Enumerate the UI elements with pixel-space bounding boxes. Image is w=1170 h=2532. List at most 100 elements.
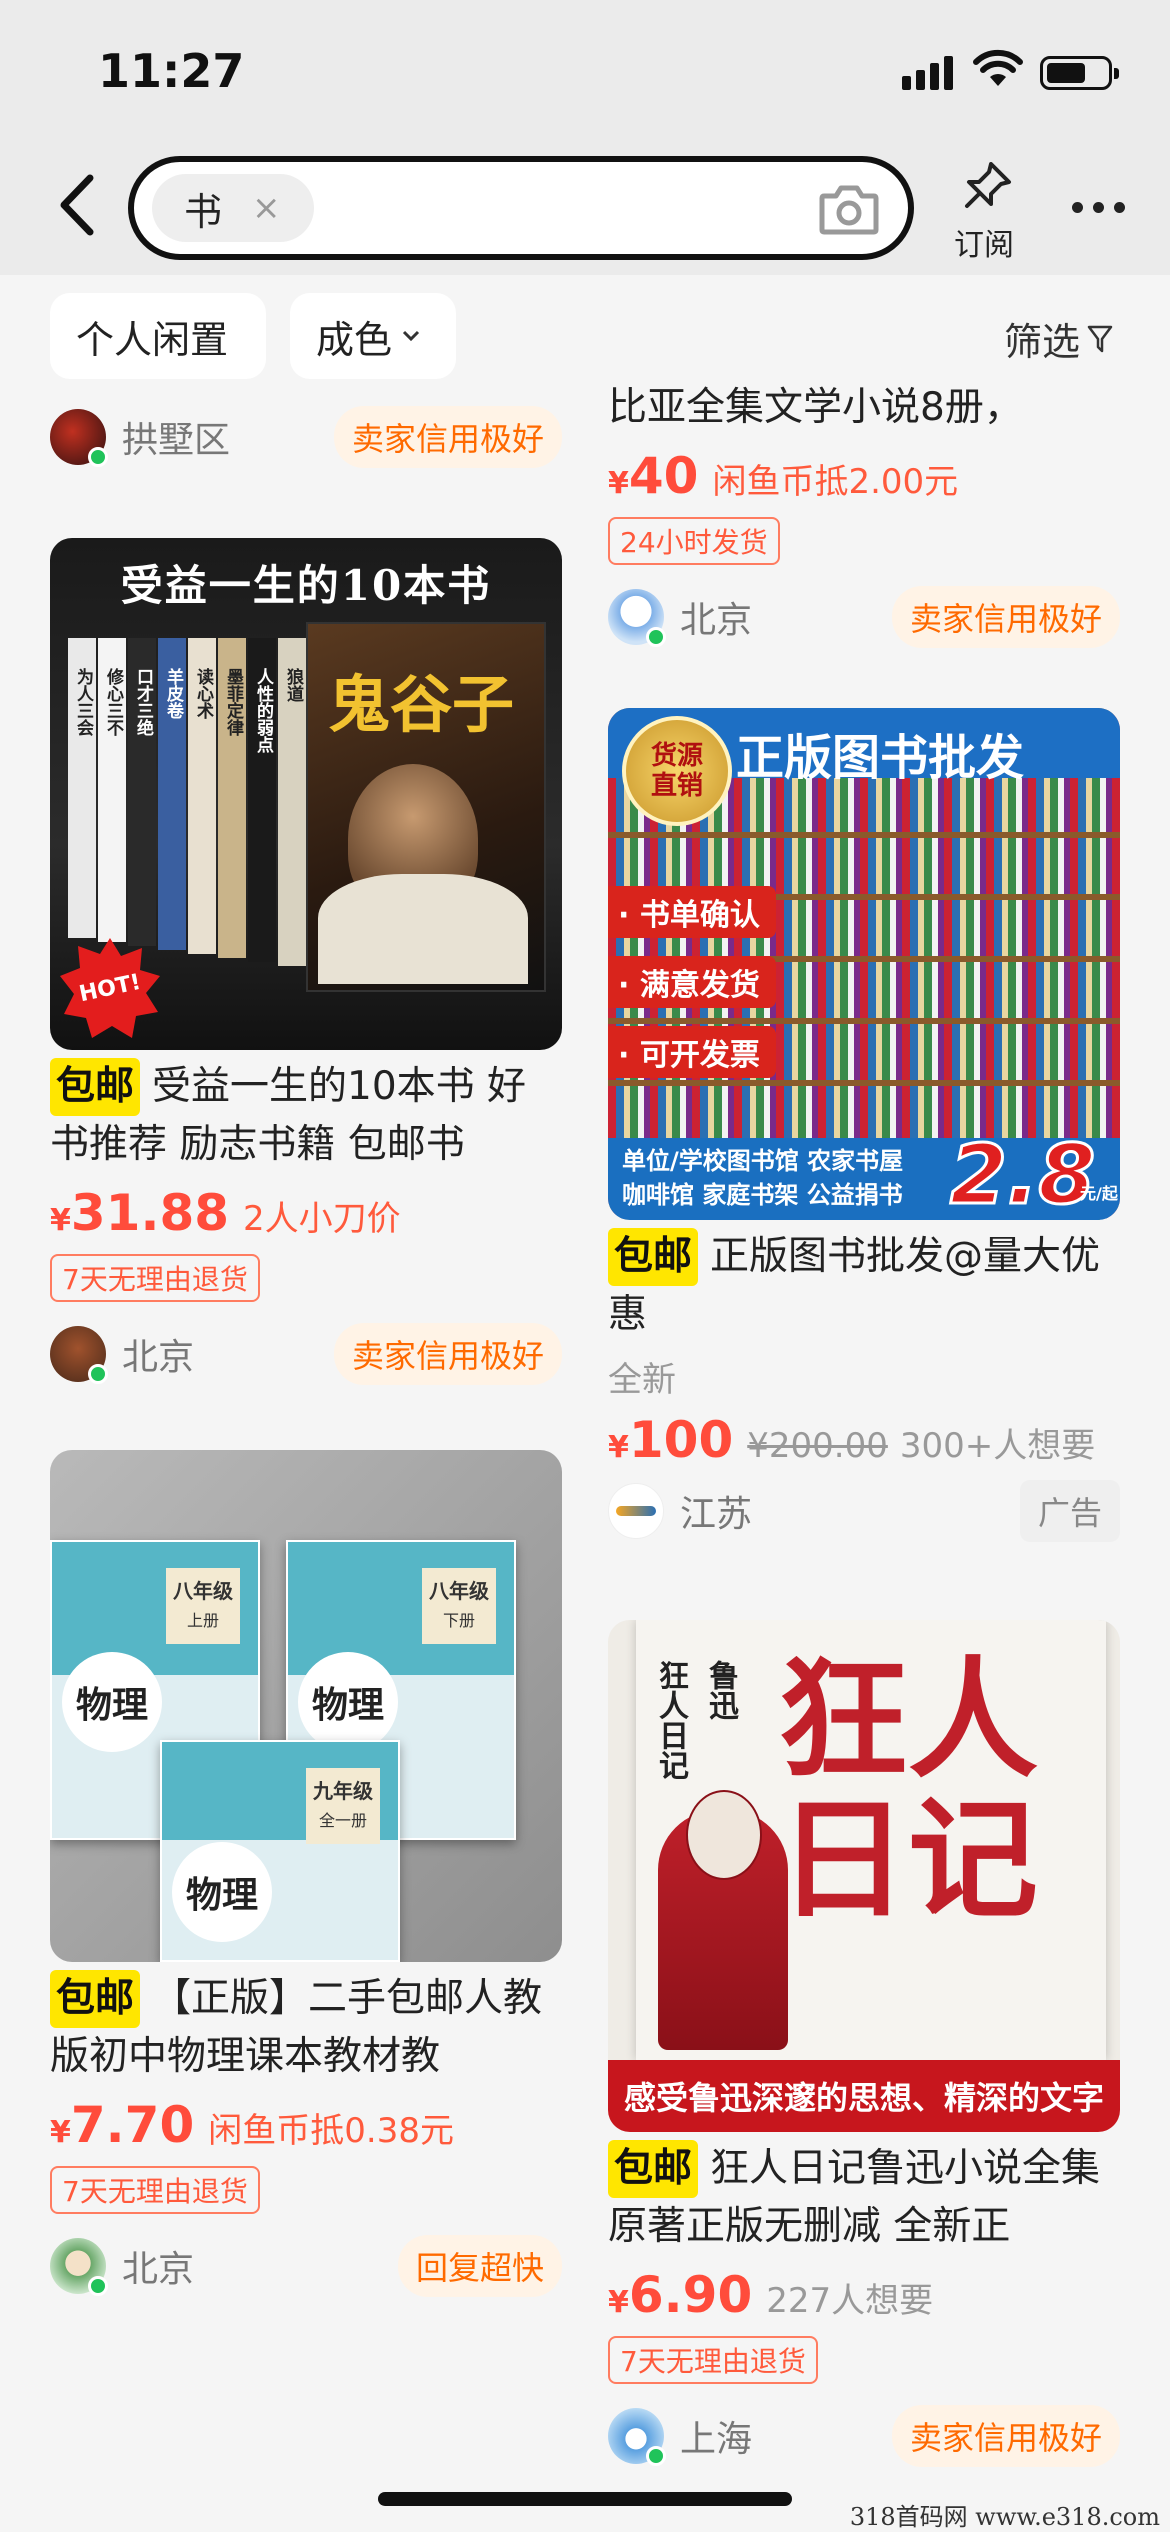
image-bullet: · 可开发票 (608, 1026, 776, 1078)
image-banner-text: 感受鲁迅深邃的思想、精深的文字 (623, 2079, 1104, 2117)
product-title: 包邮 正版图书批发@量大优惠 (608, 1228, 1120, 1344)
search-keyword-chip[interactable]: 书 × (152, 174, 314, 242)
seller-row: 北京 回复超快 (50, 2234, 562, 2298)
service-pill: 24小时发货 (608, 517, 780, 565)
app-root: 11:27 书 × 订阅 个人闲置 成色 筛选 拱墅区 卖家信用极好 比亚全集文… (0, 0, 1170, 2532)
price-row: ¥ 31.88 2人小刀价 (50, 1184, 562, 1242)
subscribe-button[interactable]: 订阅 (952, 160, 1022, 264)
seller-row: 北京 卖家信用极好 (608, 585, 1120, 649)
pin-icon (965, 162, 1011, 208)
book-spines: 为人三会 修心三不 口才三绝 羊皮卷 读心术 墨菲定律 人性的弱点 狼道 (68, 638, 306, 968)
coin-discount: 闲鱼币抵2.00元 (712, 462, 959, 502)
yen-symbol: ¥ (608, 466, 629, 501)
service-pill: 7天无理由退货 (50, 2166, 260, 2214)
seal-text: 货源直销 (650, 741, 703, 801)
ad-badge: 广告 (1019, 1480, 1120, 1542)
free-shipping-tag: 包邮 (608, 2140, 699, 2198)
image-banner: 感受鲁迅深邃的思想、精深的文字 (608, 2060, 1120, 2132)
image-big-title-1: 狂人 (778, 1643, 1039, 1796)
product-title: 包邮 狂人日记鲁迅小说全集原著正版无删减 全新正 (608, 2140, 1120, 2256)
search-keyword: 书 (184, 189, 223, 234)
product-condition: 全新 (608, 1360, 676, 1400)
product-price: 31.88 (70, 1184, 230, 1242)
wifi-icon (973, 49, 1023, 86)
filter-personal-idle[interactable]: 个人闲置 (50, 293, 266, 379)
subscribe-label: 订阅 (954, 228, 1014, 263)
back-icon[interactable] (50, 170, 110, 240)
image-bottom-line2: 咖啡馆 家庭书架 公益捐书 (622, 1181, 903, 1209)
product-title: 包邮 受益一生的10本书 好书推荐 励志书籍 包邮书 (50, 1058, 562, 1174)
image-small-title: 狂人日记 (653, 1660, 688, 1780)
image-price-unit: 元/起 (1080, 1184, 1118, 1203)
product-title: 包邮 【正版】二手包邮人教版初中物理课本教材教 (50, 1970, 562, 2086)
seal-badge: 货源直销 (622, 716, 732, 826)
textbook-subject: 物理 (62, 1652, 162, 1752)
seller-row: 江苏 广告 (608, 1479, 1120, 1543)
seller-location: 北京 (122, 1337, 195, 1378)
image-price: 2.8 (948, 1127, 1096, 1221)
product-price: 6.90 (628, 2266, 753, 2324)
product-card-physics[interactable]: 八年级 上册 物理 八年级 下册 物理 九年级 全一册 物理 包邮 【正版】二手包邮人教版初中物理… (50, 1450, 562, 2298)
status-bar: 11:27 (0, 0, 1170, 140)
seller-credit-badge: 卖家信用极好 (333, 1323, 562, 1385)
avatar (608, 1483, 664, 1539)
product-title: 比亚全集文学小说8册， (608, 385, 1023, 430)
image-bullet: · 满意发货 (608, 956, 776, 1008)
chevron-down-icon (402, 330, 420, 342)
product-price: 100 (628, 1411, 734, 1469)
product-card-diary[interactable]: 鲁迅 狂人日记 狂人 日记 感受鲁迅深邃的思想、精深的文字 包邮 狂人日记鲁迅小说… (608, 1620, 1120, 2468)
home-indicator[interactable] (378, 2492, 792, 2506)
seller-reply-badge: 回复超快 (397, 2235, 562, 2297)
bargain-info: 2人小刀价 (243, 1199, 401, 1239)
battery-icon (1040, 56, 1119, 90)
watermark: 318首码网 www.e318.com (849, 2503, 1160, 2531)
avatar (50, 409, 108, 467)
service-pill: 7天无理由退货 (608, 2336, 818, 2384)
service-pill: 7天无理由退货 (50, 1254, 260, 1302)
product-feed: 拱墅区 卖家信用极好 比亚全集文学小说8册， ¥ 40 闲鱼币抵2.00元 24… (0, 385, 1170, 2532)
seller-row: 北京 卖家信用极好 (50, 1322, 562, 1386)
seller-location: 拱墅区 (122, 420, 231, 461)
product-card-partial-right[interactable]: 比亚全集文学小说8册， ¥ 40 闲鱼币抵2.00元 24小时发货 北京 卖家信… (608, 385, 1120, 649)
seller-credit-badge: 卖家信用极好 (333, 406, 562, 468)
price-row: ¥ 100 ¥200.00 300+人想要 (608, 1411, 1120, 1469)
camera-icon[interactable] (818, 180, 880, 238)
funnel-icon (1087, 325, 1113, 352)
product-card-wholesale[interactable]: 正版图书批发 货源直销 · 书单确认 · 满意发货 · 可开发票 单位/学校图书馆 … (608, 708, 1120, 1543)
book-spine: 狼道 (278, 638, 306, 966)
seller-credit-badge: 卖家信用极好 (891, 2405, 1120, 2467)
status-time: 11:27 (98, 44, 245, 98)
clear-keyword-icon[interactable]: × (252, 188, 281, 228)
product-price: 40 (628, 447, 699, 505)
product-image: 鲁迅 狂人日记 狂人 日记 感受鲁迅深邃的思想、精深的文字 (608, 1620, 1120, 2132)
book-spine: 读心术 (188, 638, 216, 954)
textbook-grade: 九年级 全一册 (306, 1768, 380, 1844)
original-price: ¥200.00 (747, 1426, 888, 1466)
product-price: 7.70 (70, 2096, 195, 2154)
textbook-subject: 物理 (298, 1652, 398, 1752)
seller-location: 北京 (680, 600, 753, 641)
seller-credit-badge: 卖家信用极好 (891, 586, 1120, 648)
want-count: 300+人想要 (899, 1426, 1096, 1466)
yen-symbol: ¥ (608, 1430, 629, 1465)
search-input[interactable]: 书 × (128, 156, 914, 260)
avatar (50, 2238, 108, 2296)
image-headline: 受益一生的10本书 (120, 561, 492, 610)
main-book-cover: 鬼谷子 (306, 622, 546, 992)
filter-condition[interactable]: 成色 (290, 293, 456, 379)
more-options-icon[interactable] (1072, 202, 1125, 213)
yen-symbol: ¥ (608, 2285, 629, 2320)
avatar (50, 1326, 108, 1384)
product-image: 正版图书批发 货源直销 · 书单确认 · 满意发货 · 可开发票 单位/学校图书馆 … (608, 708, 1120, 1220)
yen-symbol: ¥ (50, 2115, 71, 2150)
product-card-10-books[interactable]: 受益一生的10本书 为人三会 修心三不 口才三绝 羊皮卷 读心术 墨菲定律 人性的弱点 狼道 … (50, 538, 562, 1386)
search-header: 书 × 订阅 (0, 140, 1170, 275)
product-card-partial-left[interactable]: 拱墅区 卖家信用极好 (50, 385, 562, 469)
image-bullet: · 书单确认 (608, 886, 776, 938)
seller-row: 拱墅区 卖家信用极好 (50, 405, 562, 469)
seller-location: 江苏 (680, 1494, 753, 1535)
hot-badge-text: HOT! (77, 969, 143, 1007)
filter-button[interactable]: 筛选 (1004, 311, 1114, 366)
filter-condition-label: 成色 (316, 317, 393, 362)
textbook-grade: 八年级 上册 (166, 1568, 240, 1644)
